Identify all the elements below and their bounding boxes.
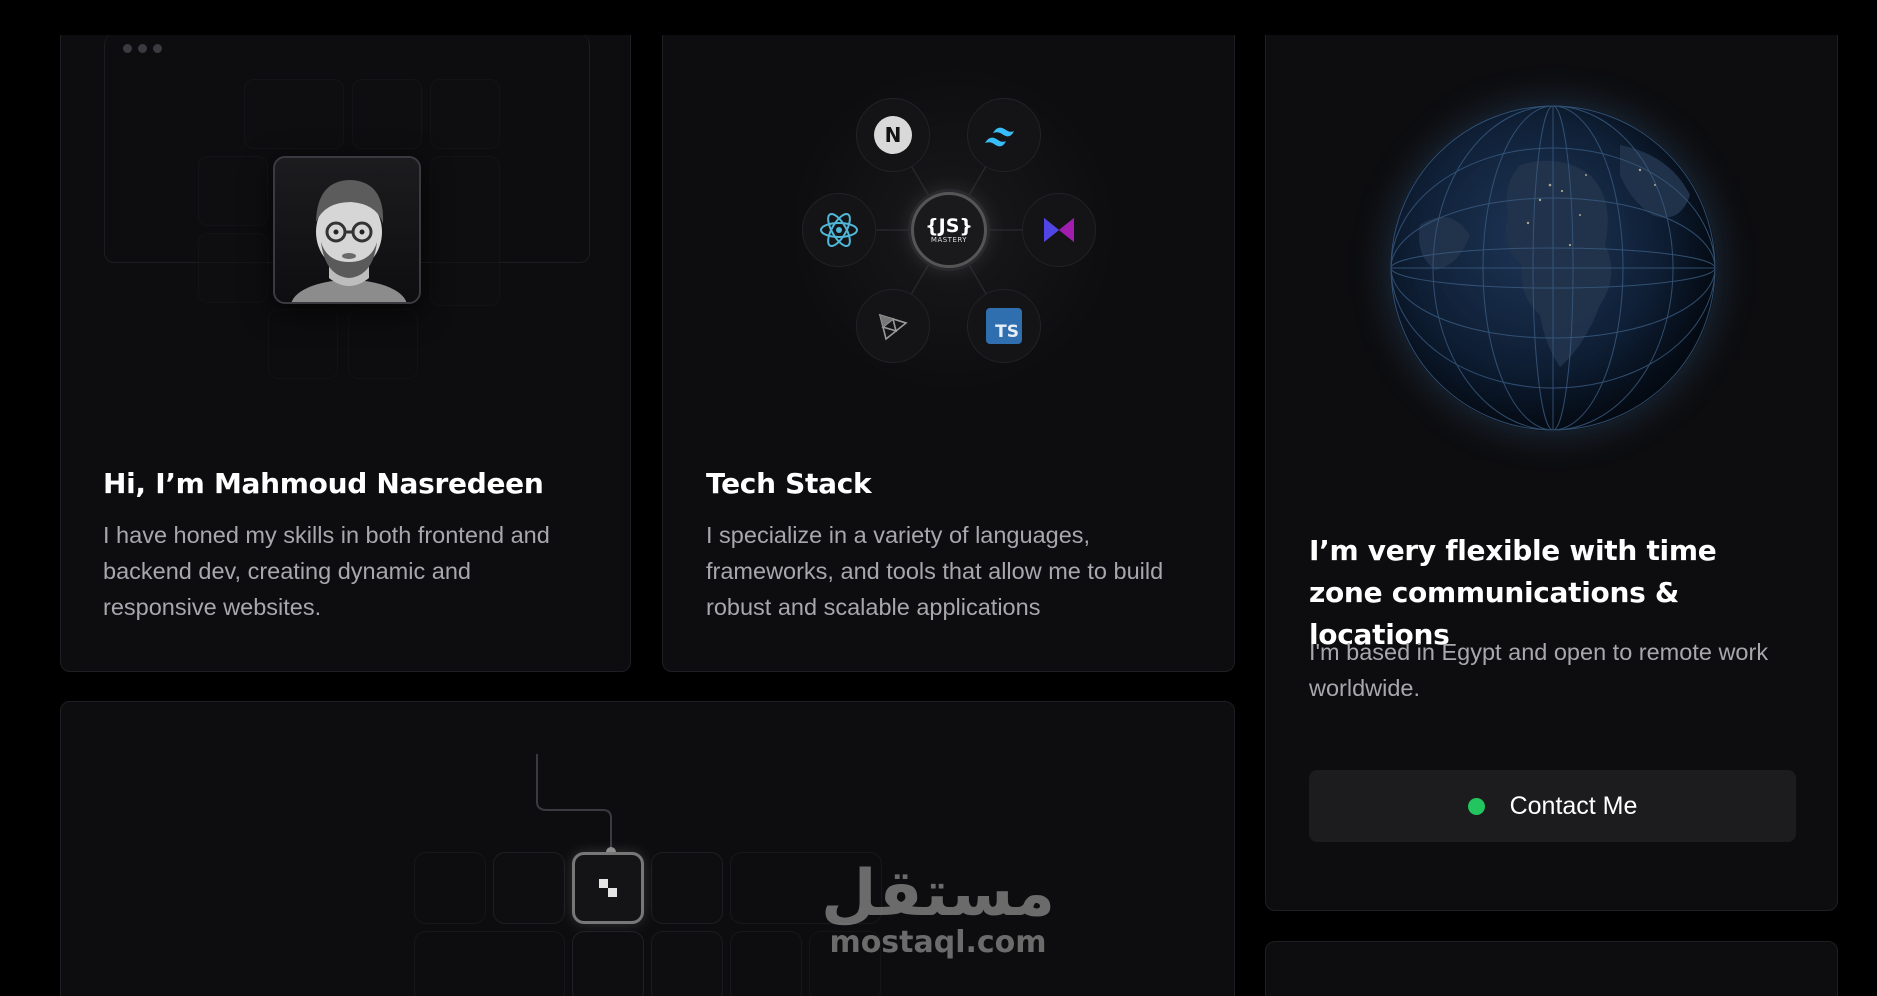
key	[493, 852, 565, 924]
typescript-icon: TS	[967, 289, 1041, 363]
key	[730, 931, 802, 996]
watermark-latin: mostaql.com	[829, 925, 1047, 960]
key	[572, 931, 644, 996]
motion-icon	[1022, 193, 1096, 267]
grid-tile	[198, 156, 268, 226]
grid-tile	[352, 79, 422, 149]
bottom-right-card	[1265, 941, 1838, 996]
about-description: I have honed my skills in both frontend …	[103, 522, 550, 620]
jsmastery-icon: {JS} MASTERY	[911, 192, 987, 268]
tailwind-icon	[967, 98, 1041, 172]
active-key	[572, 852, 644, 924]
location-description: I'm based in Egypt and open to remote wo…	[1309, 639, 1769, 701]
nextjs-logo-letter: N	[874, 116, 912, 154]
watermark-arabic: مستقل	[820, 857, 1056, 931]
cable-line	[536, 754, 616, 857]
grid-tile	[430, 79, 500, 149]
location-card: I’m very flexible with time zone communi…	[1265, 0, 1838, 911]
about-card: Hi, I’m Mahmoud Nasredeen I have honed m…	[60, 0, 631, 672]
tech-title: Tech Stack	[706, 467, 872, 500]
tech-description: I specialize in a variety of languages, …	[706, 522, 1164, 620]
contact-me-button[interactable]: Contact Me	[1309, 770, 1796, 842]
globe	[1390, 105, 1716, 431]
grid-tile	[348, 309, 418, 379]
connect-icon	[599, 879, 617, 897]
key	[651, 852, 723, 924]
threejs-icon	[856, 289, 930, 363]
page: Hi, I’m Mahmoud Nasredeen I have honed m…	[0, 0, 1877, 996]
contact-me-label: Contact Me	[1509, 791, 1638, 820]
grid-tile	[244, 79, 344, 149]
watermark: مستقل mostaql.com	[818, 862, 1058, 959]
grid-tile	[268, 309, 338, 379]
avatar	[273, 156, 421, 304]
about-title: Hi, I’m Mahmoud Nasredeen	[103, 467, 544, 500]
window-dot-icon	[138, 44, 147, 53]
window-dot-icon	[153, 44, 162, 53]
key	[414, 931, 565, 996]
status-dot-icon	[1467, 797, 1485, 815]
window-dot-icon	[123, 44, 132, 53]
key	[651, 931, 723, 996]
jsmastery-logo-text: {JS}	[925, 214, 973, 237]
typescript-logo-label: TS	[986, 308, 1022, 344]
grid-tile	[430, 156, 500, 306]
key	[414, 852, 486, 924]
window-controls	[123, 44, 162, 53]
jsmastery-logo-sub: MASTERY	[930, 235, 968, 244]
react-icon	[802, 193, 876, 267]
keyboard-card	[60, 701, 1235, 996]
grid-tile	[198, 233, 268, 303]
tech-stack-card: N {JS} MASTERY TS Tech Stack I specializ…	[662, 0, 1235, 672]
top-bar	[0, 0, 1877, 35]
nextjs-icon: N	[856, 98, 930, 172]
